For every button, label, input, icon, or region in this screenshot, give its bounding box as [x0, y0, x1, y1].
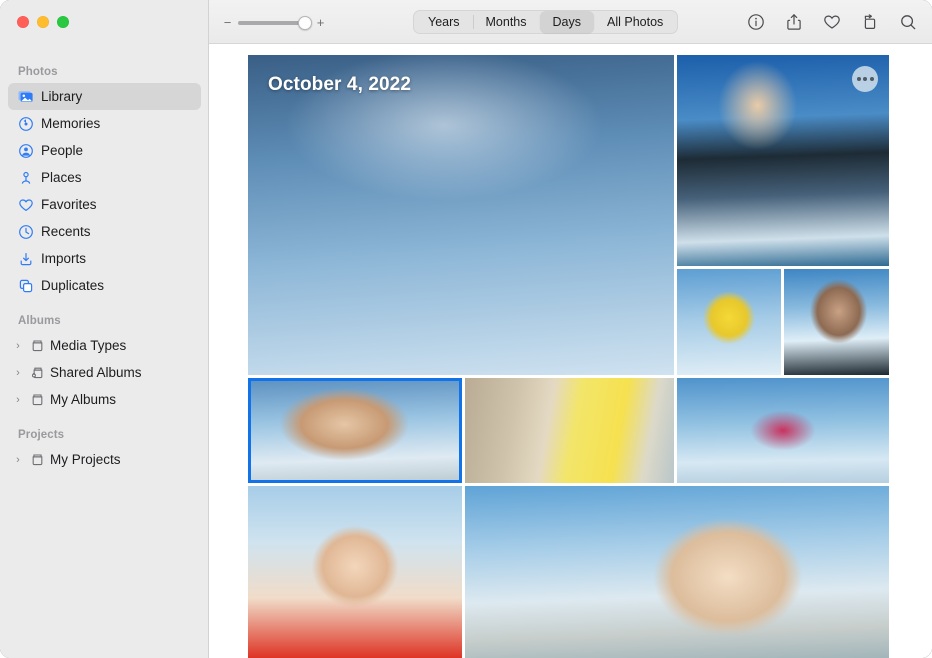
sidebar-item-media-types[interactable]: › Media Types [8, 332, 201, 359]
memories-icon [17, 115, 34, 132]
photo-row [248, 486, 889, 658]
sidebar-item-label: People [41, 144, 83, 158]
photo-grid: October 4, 2022 [248, 55, 889, 658]
date-label: October 4, 2022 [268, 74, 411, 96]
chevron-right-icon[interactable]: › [12, 454, 24, 466]
duplicates-icon [17, 277, 34, 294]
tab-days[interactable]: Days [540, 11, 594, 33]
heart-icon [17, 196, 34, 213]
sidebar-item-my-projects[interactable]: › My Projects [8, 446, 201, 473]
sidebar-section-projects-title: Projects [0, 413, 209, 446]
imports-icon [17, 250, 34, 267]
album-icon [29, 337, 45, 354]
sidebar-item-recents[interactable]: Recents [8, 218, 201, 245]
photo-yellow-hood-smile[interactable] [465, 378, 674, 483]
toolbar-actions [744, 10, 920, 34]
info-icon[interactable] [744, 10, 768, 34]
album-icon [29, 451, 45, 468]
album-icon [29, 391, 45, 408]
sidebar-item-favorites[interactable]: Favorites [8, 191, 201, 218]
sidebar-section-albums-title: Albums [0, 299, 209, 332]
view-mode-segmented-control[interactable]: Years Months Days All Photos [413, 10, 678, 34]
zoom-slider-track[interactable] [238, 21, 310, 25]
photo-jumping-yellow-dress[interactable]: October 4, 2022 [248, 55, 674, 375]
photo-pink-top-beach[interactable] [677, 378, 889, 483]
chevron-right-icon[interactable]: › [12, 367, 24, 379]
photo-water-splash[interactable] [677, 55, 889, 266]
sidebar-item-label: Shared Albums [50, 366, 142, 380]
zoom-slider-knob[interactable] [298, 16, 312, 30]
sidebar-item-label: Memories [41, 117, 100, 131]
sidebar-item-label: Library [41, 90, 82, 104]
sidebar-item-label: My Albums [50, 393, 116, 407]
more-dot [863, 77, 867, 81]
photos-window: Photos Library [0, 0, 932, 658]
sidebar-item-memories[interactable]: Memories [8, 110, 201, 137]
chevron-right-icon[interactable]: › [12, 340, 24, 352]
sidebar-item-people[interactable]: People [8, 137, 201, 164]
photo-curly-hair-portrait[interactable] [784, 269, 889, 375]
sidebar-item-places[interactable]: Places [8, 164, 201, 191]
close-button[interactable] [17, 16, 29, 28]
photo-yellow-dress-sky[interactable] [677, 269, 781, 375]
tab-months[interactable]: Months [473, 11, 540, 33]
photo-row: October 4, 2022 [248, 55, 889, 375]
tab-years[interactable]: Years [415, 11, 473, 33]
places-pin-icon [17, 169, 34, 186]
sidebar-section-photos-title: Photos [0, 60, 209, 83]
traffic-lights [17, 16, 69, 28]
clock-icon [17, 223, 34, 240]
sidebar-item-label: Favorites [41, 198, 97, 212]
sidebar-item-label: Duplicates [41, 279, 104, 293]
share-icon[interactable] [782, 10, 806, 34]
zoom-out-label[interactable]: − [223, 16, 232, 29]
photo-subrow [677, 269, 889, 375]
more-options-button[interactable] [852, 66, 878, 92]
minimize-button[interactable] [37, 16, 49, 28]
photo-stack-icon [17, 88, 34, 105]
toolbar: − + Years Months Days All Photos [209, 0, 932, 44]
rotate-icon[interactable] [858, 10, 882, 34]
favorite-icon[interactable] [820, 10, 844, 34]
photo-column [677, 55, 889, 375]
sidebar-item-label: Recents [41, 225, 91, 239]
zoom-in-label[interactable]: + [316, 16, 325, 29]
zoom-button[interactable] [57, 16, 69, 28]
photo-blonde-beach-portrait[interactable] [465, 486, 889, 658]
sidebar-item-label: Media Types [50, 339, 126, 353]
zoom-slider[interactable]: − + [223, 16, 325, 29]
sidebar: Photos Library [0, 0, 209, 658]
sidebar-nav: Photos Library [0, 60, 209, 473]
sidebar-item-duplicates[interactable]: Duplicates [8, 272, 201, 299]
photo-three-friends-selfie[interactable] [248, 378, 462, 483]
chevron-right-icon[interactable]: › [12, 394, 24, 406]
tab-all-photos[interactable]: All Photos [594, 11, 676, 33]
sidebar-item-label: Places [41, 171, 82, 185]
more-dot [857, 77, 861, 81]
people-icon [17, 142, 34, 159]
photo-red-sweater-braids[interactable] [248, 486, 462, 658]
photo-row [248, 378, 889, 483]
more-dot [870, 77, 874, 81]
sidebar-item-shared-albums[interactable]: › Shared Albums [8, 359, 201, 386]
photo-grid-area: October 4, 2022 [209, 44, 932, 658]
shared-album-icon [29, 364, 45, 381]
sidebar-item-label: Imports [41, 252, 86, 266]
sidebar-item-my-albums[interactable]: › My Albums [8, 386, 201, 413]
sidebar-item-label: My Projects [50, 453, 121, 467]
sidebar-item-library[interactable]: Library [8, 83, 201, 110]
search-icon[interactable] [896, 10, 920, 34]
sidebar-item-imports[interactable]: Imports [8, 245, 201, 272]
